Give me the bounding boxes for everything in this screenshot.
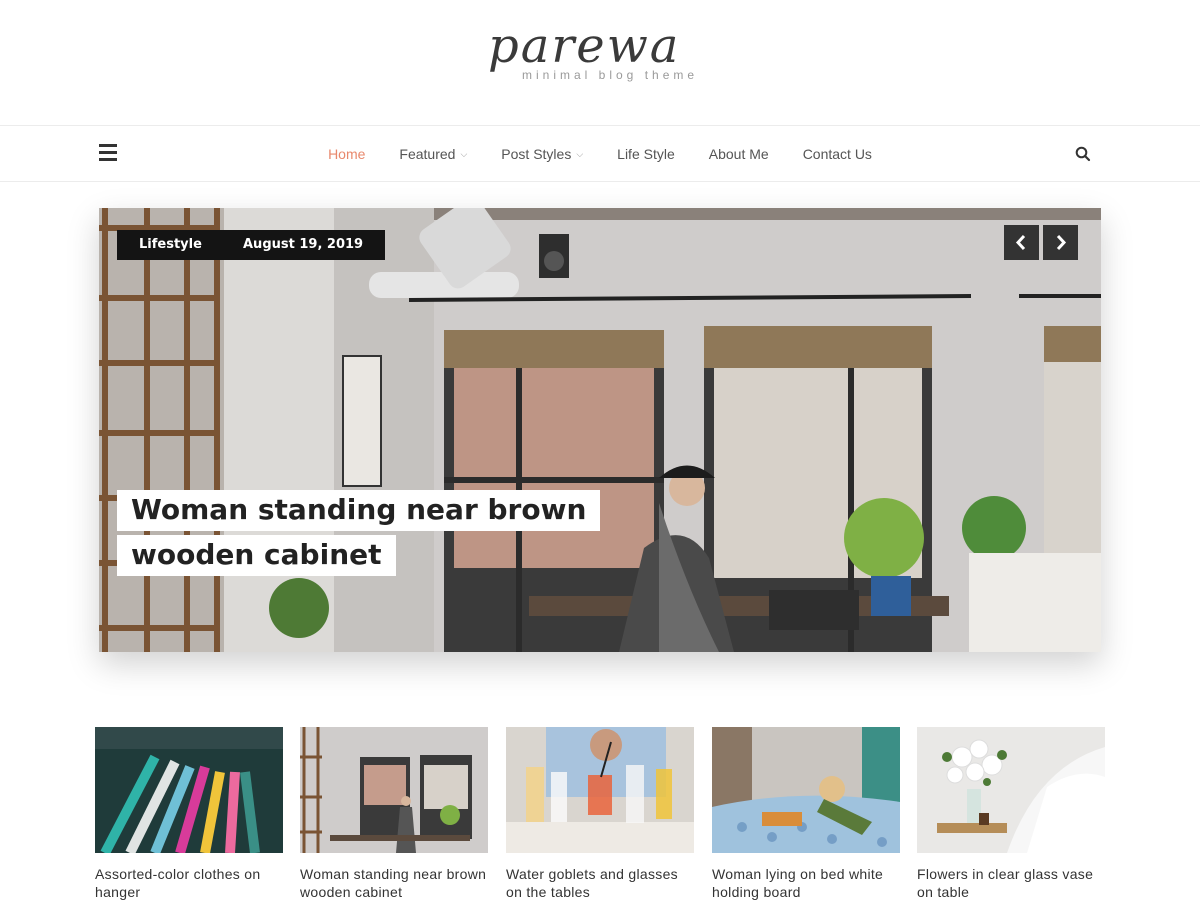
site-header: parewa minimal blog theme — [0, 0, 1200, 126]
logo-wordmark: parewa — [488, 18, 681, 74]
search-icon[interactable] — [1075, 146, 1091, 162]
post-date-badge: August 19, 2019 — [221, 230, 386, 260]
chevron-right-icon — [1056, 234, 1067, 251]
post-title[interactable]: Assorted-color clothes on hanger — [95, 865, 283, 900]
main-navigation: Home Featured ⌵ Post Styles ⌵ Life Style A… — [0, 126, 1200, 182]
post-title[interactable]: Woman lying on bed white holding board — [712, 865, 900, 900]
nav-menu: Home Featured ⌵ Post Styles ⌵ Life Style A… — [0, 126, 1200, 182]
nav-item-home[interactable]: Home — [328, 146, 365, 162]
slider-prev-button[interactable] — [1004, 225, 1039, 260]
post-thumbnail — [917, 727, 1105, 853]
post-card[interactable]: Assorted-color clothes on hanger — [95, 727, 283, 900]
slider-next-button[interactable] — [1043, 225, 1078, 260]
post-card[interactable]: Flowers in clear glass vase on table — [917, 727, 1105, 900]
chevron-down-icon: ⌵ — [576, 149, 584, 159]
nav-item-featured[interactable]: Featured ⌵ — [399, 146, 467, 162]
hero-post-title[interactable]: Woman standing near brown wooden cabinet — [117, 487, 697, 577]
post-thumbnail — [300, 727, 488, 853]
nav-item-contact-us[interactable]: Contact Us — [803, 146, 872, 162]
nav-item-about-me[interactable]: About Me — [709, 146, 769, 162]
site-logo[interactable]: parewa minimal blog theme — [488, 18, 718, 88]
post-card[interactable]: Woman standing near brown wooden cabinet — [300, 727, 488, 900]
post-title[interactable]: Water goblets and glasses on the tables — [506, 865, 694, 900]
nav-item-post-styles[interactable]: Post Styles ⌵ — [501, 146, 583, 162]
post-card[interactable]: Water goblets and glasses on the tables — [506, 727, 694, 900]
category-badge[interactable]: Lifestyle — [117, 230, 224, 260]
hero-image — [99, 208, 1101, 652]
post-grid: Assorted-color clothes on hanger Woman s… — [95, 727, 1105, 900]
logo-tagline: minimal blog theme — [522, 68, 699, 82]
post-title[interactable]: Woman standing near brown wooden cabinet — [300, 865, 488, 900]
post-thumbnail — [95, 727, 283, 853]
post-title[interactable]: Flowers in clear glass vase on table — [917, 865, 1105, 900]
post-thumbnail — [712, 727, 900, 853]
chevron-down-icon: ⌵ — [460, 149, 468, 159]
featured-slider[interactable]: Lifestyle August 19, 2019 Woman standing… — [99, 208, 1101, 652]
post-card[interactable]: Woman lying on bed white holding board — [712, 727, 900, 900]
chevron-left-icon — [1015, 234, 1026, 251]
nav-item-life-style[interactable]: Life Style — [617, 146, 675, 162]
post-thumbnail — [506, 727, 694, 853]
